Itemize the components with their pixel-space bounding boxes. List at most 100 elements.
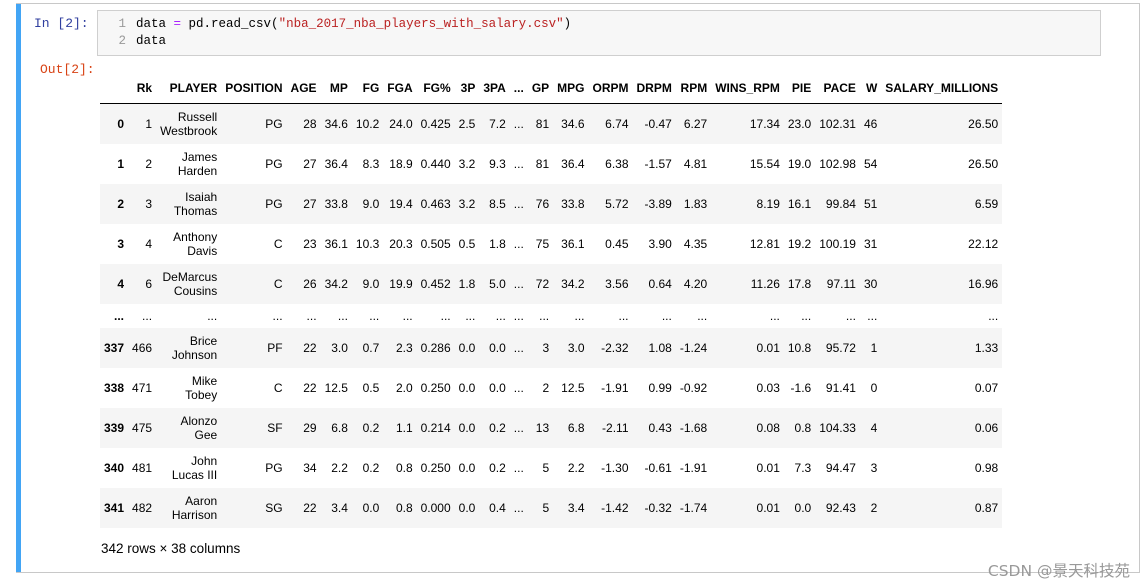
table-cell: -0.47 bbox=[644, 117, 672, 131]
table-cell: 12.5 bbox=[324, 381, 348, 395]
table-cell: 0.214 bbox=[420, 421, 451, 435]
table-cell: -3.89 bbox=[644, 197, 672, 211]
table-cell: 0.0 bbox=[458, 501, 476, 515]
player-cell: Russell Westbrook bbox=[156, 104, 221, 145]
column-header: ... bbox=[509, 73, 528, 104]
code-text[interactable]: data = pd.read_csv("nba_2017_nba_players… bbox=[136, 16, 571, 50]
table-cell: 10.2 bbox=[355, 117, 380, 131]
table-cell: -1.74 bbox=[679, 501, 708, 515]
table-cell: 2.2 bbox=[567, 461, 585, 475]
table-cell: 0.07 bbox=[974, 381, 999, 395]
table-cell: 1.83 bbox=[683, 197, 708, 211]
player-cell: DeMarcus Cousins bbox=[156, 264, 221, 304]
table-cell: 22 bbox=[303, 501, 317, 515]
table-cell: 0.01 bbox=[756, 501, 780, 515]
table-cell: ... bbox=[697, 309, 708, 323]
table-cell: 2.2 bbox=[331, 461, 348, 475]
column-header: MPG bbox=[553, 73, 589, 104]
table-cell: ... bbox=[618, 309, 629, 323]
table-cell: ... bbox=[867, 309, 878, 323]
table-cell: 0.87 bbox=[974, 501, 999, 515]
table-cell: ... bbox=[142, 309, 153, 323]
table-cell: 19.4 bbox=[389, 197, 413, 211]
table-cell: 81 bbox=[535, 157, 550, 171]
dataframe-table: Rk PLAYER POSITION AGE MP FG FGA FG% 3P 3PA... GP M… bbox=[100, 73, 1003, 528]
table-cell: ... bbox=[513, 309, 524, 323]
table-cell: 20.3 bbox=[389, 237, 413, 251]
table-cell: 0.5 bbox=[362, 381, 380, 395]
player-first-name: DeMarcus bbox=[162, 270, 218, 284]
player-cell: Anthony Davis bbox=[156, 224, 221, 264]
table-cell: 99.84 bbox=[825, 197, 856, 211]
row-index: 0 bbox=[117, 117, 125, 131]
table-cell: 36.4 bbox=[561, 157, 585, 171]
table-cell: -0.61 bbox=[644, 461, 672, 475]
table-cell: 36.1 bbox=[561, 237, 585, 251]
table-cell: 8.3 bbox=[362, 157, 380, 171]
table-cell: ... bbox=[440, 309, 451, 323]
player-cell: John Lucas III bbox=[156, 448, 221, 488]
table-row: 1 2 James Harden PG 27 36.4 8.3 18.9 0.440 3.2 9.3.… bbox=[100, 144, 1002, 184]
table-cell: ... bbox=[465, 309, 476, 323]
player-cell: Isaiah Thomas bbox=[156, 184, 221, 224]
player-last-name: Harden bbox=[177, 164, 218, 178]
table-cell: 0.463 bbox=[420, 197, 451, 211]
column-header: Rk bbox=[128, 73, 157, 104]
table-cell: ... bbox=[513, 421, 524, 435]
table-cell: 471 bbox=[132, 381, 153, 395]
table-cell: -0.32 bbox=[644, 501, 672, 515]
table-cell: 54 bbox=[863, 157, 878, 171]
selected-cell-indicator bbox=[16, 4, 21, 572]
table-cell: 16.1 bbox=[787, 197, 812, 211]
column-header: W bbox=[859, 73, 882, 104]
code-editor[interactable]: 1 2 data = pd.read_csv("nba_2017_nba_pla… bbox=[97, 10, 1101, 56]
player-cell: Brice Johnson bbox=[156, 328, 221, 368]
table-cell: 4 bbox=[870, 421, 878, 435]
table-cell: 0.99 bbox=[648, 381, 672, 395]
table-cell: 6.74 bbox=[605, 117, 629, 131]
table-cell: 0.03 bbox=[756, 381, 780, 395]
table-cell: 2.5 bbox=[458, 117, 476, 131]
table-cell: 0.01 bbox=[756, 341, 780, 355]
table-cell: 30 bbox=[863, 277, 878, 291]
table-cell: 0 bbox=[870, 381, 878, 395]
table-cell: SG bbox=[265, 501, 283, 515]
table-cell: 3.0 bbox=[331, 341, 348, 355]
code-line-1: data = pd.read_csv("nba_2017_nba_players… bbox=[136, 16, 571, 33]
table-cell: 3.2 bbox=[458, 197, 476, 211]
ellipsis-row: ........................................… bbox=[100, 304, 1002, 328]
table-cell: 5 bbox=[542, 501, 550, 515]
table-cell: -1.91 bbox=[601, 381, 629, 395]
table-cell: 1.33 bbox=[974, 341, 999, 355]
table-cell: PF bbox=[267, 341, 283, 355]
table-cell: 0.2 bbox=[362, 461, 380, 475]
table-cell: 102.98 bbox=[819, 157, 856, 171]
table-cell: -0.92 bbox=[679, 381, 708, 395]
row-index: 4 bbox=[117, 277, 125, 291]
table-cell: ... bbox=[402, 309, 413, 323]
table-cell: 97.11 bbox=[826, 277, 856, 291]
player-first-name: Aaron bbox=[185, 494, 218, 508]
table-cell: ... bbox=[513, 117, 524, 131]
table-cell: 13 bbox=[535, 421, 550, 435]
table-cell: ... bbox=[513, 381, 524, 395]
table-cell: -2.32 bbox=[601, 341, 629, 355]
player-first-name: Mike bbox=[191, 374, 218, 388]
table-cell: 3.90 bbox=[648, 237, 672, 251]
player-first-name: Brice bbox=[189, 334, 218, 348]
table-cell: 27 bbox=[303, 157, 317, 171]
table-cell: 34.2 bbox=[561, 277, 585, 291]
table-row: 337 466 Brice Johnson PF 22 3.0 0.7 2.3 0.286 0.0 0… bbox=[100, 328, 1003, 368]
output-area: Rk PLAYER POSITION AGE MP FG FGA FG% 3P 3PA... GP M… bbox=[100, 73, 1094, 528]
table-cell: 0.0 bbox=[489, 381, 506, 395]
table-cell: 34.6 bbox=[324, 117, 348, 131]
column-header: PIE bbox=[783, 73, 816, 104]
player-cell: James Harden bbox=[156, 144, 221, 184]
table-cell: 1 bbox=[870, 341, 878, 355]
player-last-name: Cousins bbox=[173, 284, 218, 298]
column-header: SALARY_MILLIONS bbox=[881, 73, 1003, 104]
table-cell: 6.8 bbox=[567, 421, 585, 435]
table-cell: 0.425 bbox=[420, 117, 451, 131]
column-header: WINS_RPM bbox=[711, 73, 784, 104]
table-cell: PG bbox=[265, 461, 283, 475]
